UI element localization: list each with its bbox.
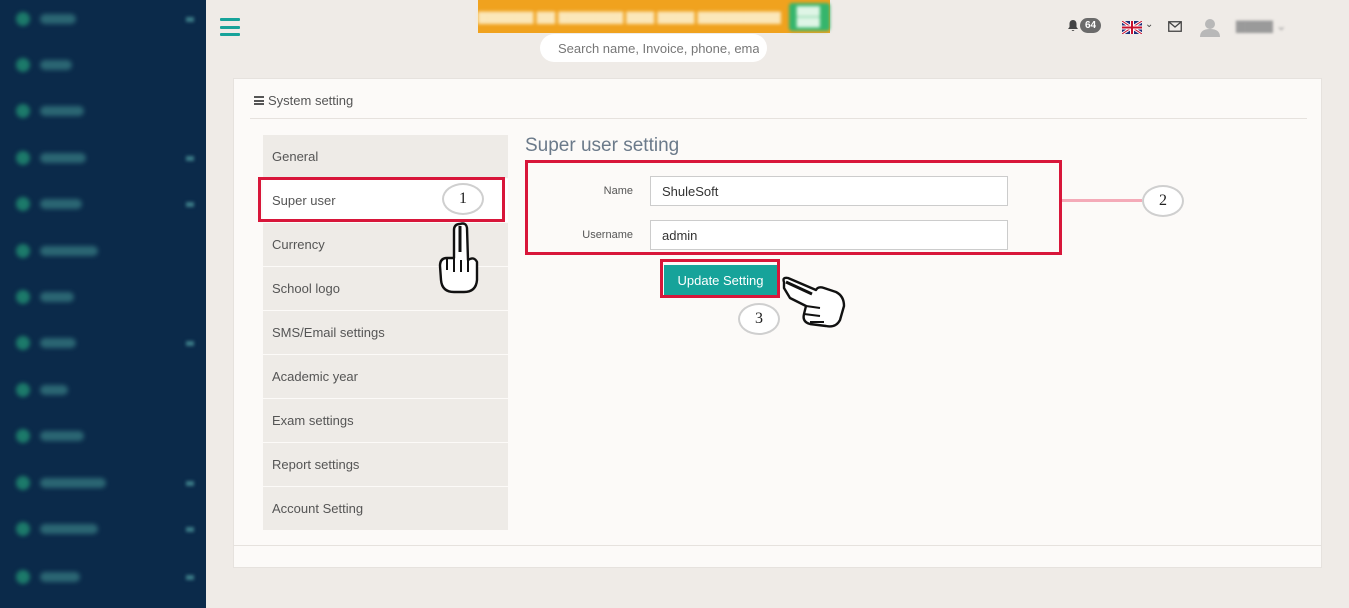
sidebar-item[interactable] — [0, 506, 206, 552]
banner-text: ▇▇▇▇▇▇ ▇▇ ▇▇▇▇▇▇▇ ▇▇▇ ▇▇▇▇ ▇▇▇▇▇▇▇▇▇ — [478, 9, 781, 24]
notification-badge: 64 — [1080, 18, 1102, 33]
step-marker: 2 — [1142, 185, 1184, 217]
bell-icon — [1068, 20, 1078, 31]
sidebar-item[interactable] — [0, 460, 206, 506]
connector-line — [1062, 199, 1142, 202]
banner-button[interactable]: ▇▇▇ ▇▇▇ — [788, 2, 830, 31]
sidebar-item[interactable] — [0, 42, 206, 88]
step-marker: 3 — [738, 303, 780, 335]
sidebar-item[interactable] — [0, 367, 206, 413]
divider — [234, 545, 1321, 546]
sidebar-item[interactable] — [0, 413, 206, 459]
settings-nav-sms-email[interactable]: SMS/Email settings — [263, 311, 508, 355]
avatar[interactable] — [1200, 17, 1220, 37]
step-marker: 1 — [442, 183, 484, 215]
content-title: Super user setting — [525, 135, 680, 156]
sidebar — [0, 0, 206, 608]
hamburger-menu-icon[interactable] — [220, 18, 240, 36]
sidebar-icon — [16, 12, 30, 26]
notifications[interactable]: 64 — [1067, 18, 1102, 33]
pointing-hand-icon — [782, 276, 846, 328]
sidebar-icon — [16, 383, 30, 397]
search-input[interactable] — [540, 34, 767, 62]
user-menu[interactable]: ▇▇▇▇ ⌄ — [1236, 19, 1286, 33]
sidebar-icon — [16, 104, 30, 118]
sidebar-item[interactable] — [0, 0, 206, 42]
sidebar-icon — [16, 522, 30, 536]
sidebar-item[interactable] — [0, 228, 206, 274]
settings-nav-account-setting[interactable]: Account Setting — [263, 487, 508, 531]
sidebar-icon — [16, 58, 30, 72]
sidebar-icon — [16, 244, 30, 258]
sidebar-item[interactable] — [0, 181, 206, 227]
list-icon — [254, 96, 264, 105]
settings-nav-report-settings[interactable]: Report settings — [263, 443, 508, 487]
sidebar-icon — [16, 336, 30, 350]
sidebar-item[interactable] — [0, 274, 206, 320]
sidebar-item[interactable] — [0, 88, 206, 134]
sidebar-icon — [16, 429, 30, 443]
notice-banner: ▇▇▇▇▇▇ ▇▇ ▇▇▇▇▇▇▇ ▇▇▇ ▇▇▇▇ ▇▇▇▇▇▇▇▇▇ ▇▇▇… — [478, 0, 830, 33]
chevron-down-icon[interactable]: ⌄ — [1145, 19, 1153, 30]
settings-nav-academic-year[interactable]: Academic year — [263, 355, 508, 399]
topbar: ▇▇▇▇▇▇ ▇▇ ▇▇▇▇▇▇▇ ▇▇▇ ▇▇▇▇ ▇▇▇▇▇▇▇▇▇ ▇▇▇… — [206, 0, 1349, 72]
sidebar-item[interactable] — [0, 554, 206, 600]
sidebar-item[interactable] — [0, 135, 206, 181]
uk-flag-icon[interactable] — [1122, 21, 1142, 34]
sidebar-icon — [16, 570, 30, 584]
sidebar-item[interactable] — [0, 320, 206, 366]
mail-icon[interactable] — [1168, 21, 1182, 32]
panel-title-text: System setting — [268, 93, 354, 108]
panel-title: System setting — [254, 93, 353, 108]
sidebar-icon — [16, 290, 30, 304]
divider — [250, 118, 1307, 119]
settings-nav-exam-settings[interactable]: Exam settings — [263, 399, 508, 443]
sidebar-icon — [16, 476, 30, 490]
settings-nav-general[interactable]: General — [263, 135, 508, 179]
highlight-box — [660, 259, 780, 298]
highlight-box — [525, 160, 1062, 255]
sidebar-icon — [16, 151, 30, 165]
sidebar-icon — [16, 197, 30, 211]
pointing-hand-icon — [438, 222, 479, 294]
